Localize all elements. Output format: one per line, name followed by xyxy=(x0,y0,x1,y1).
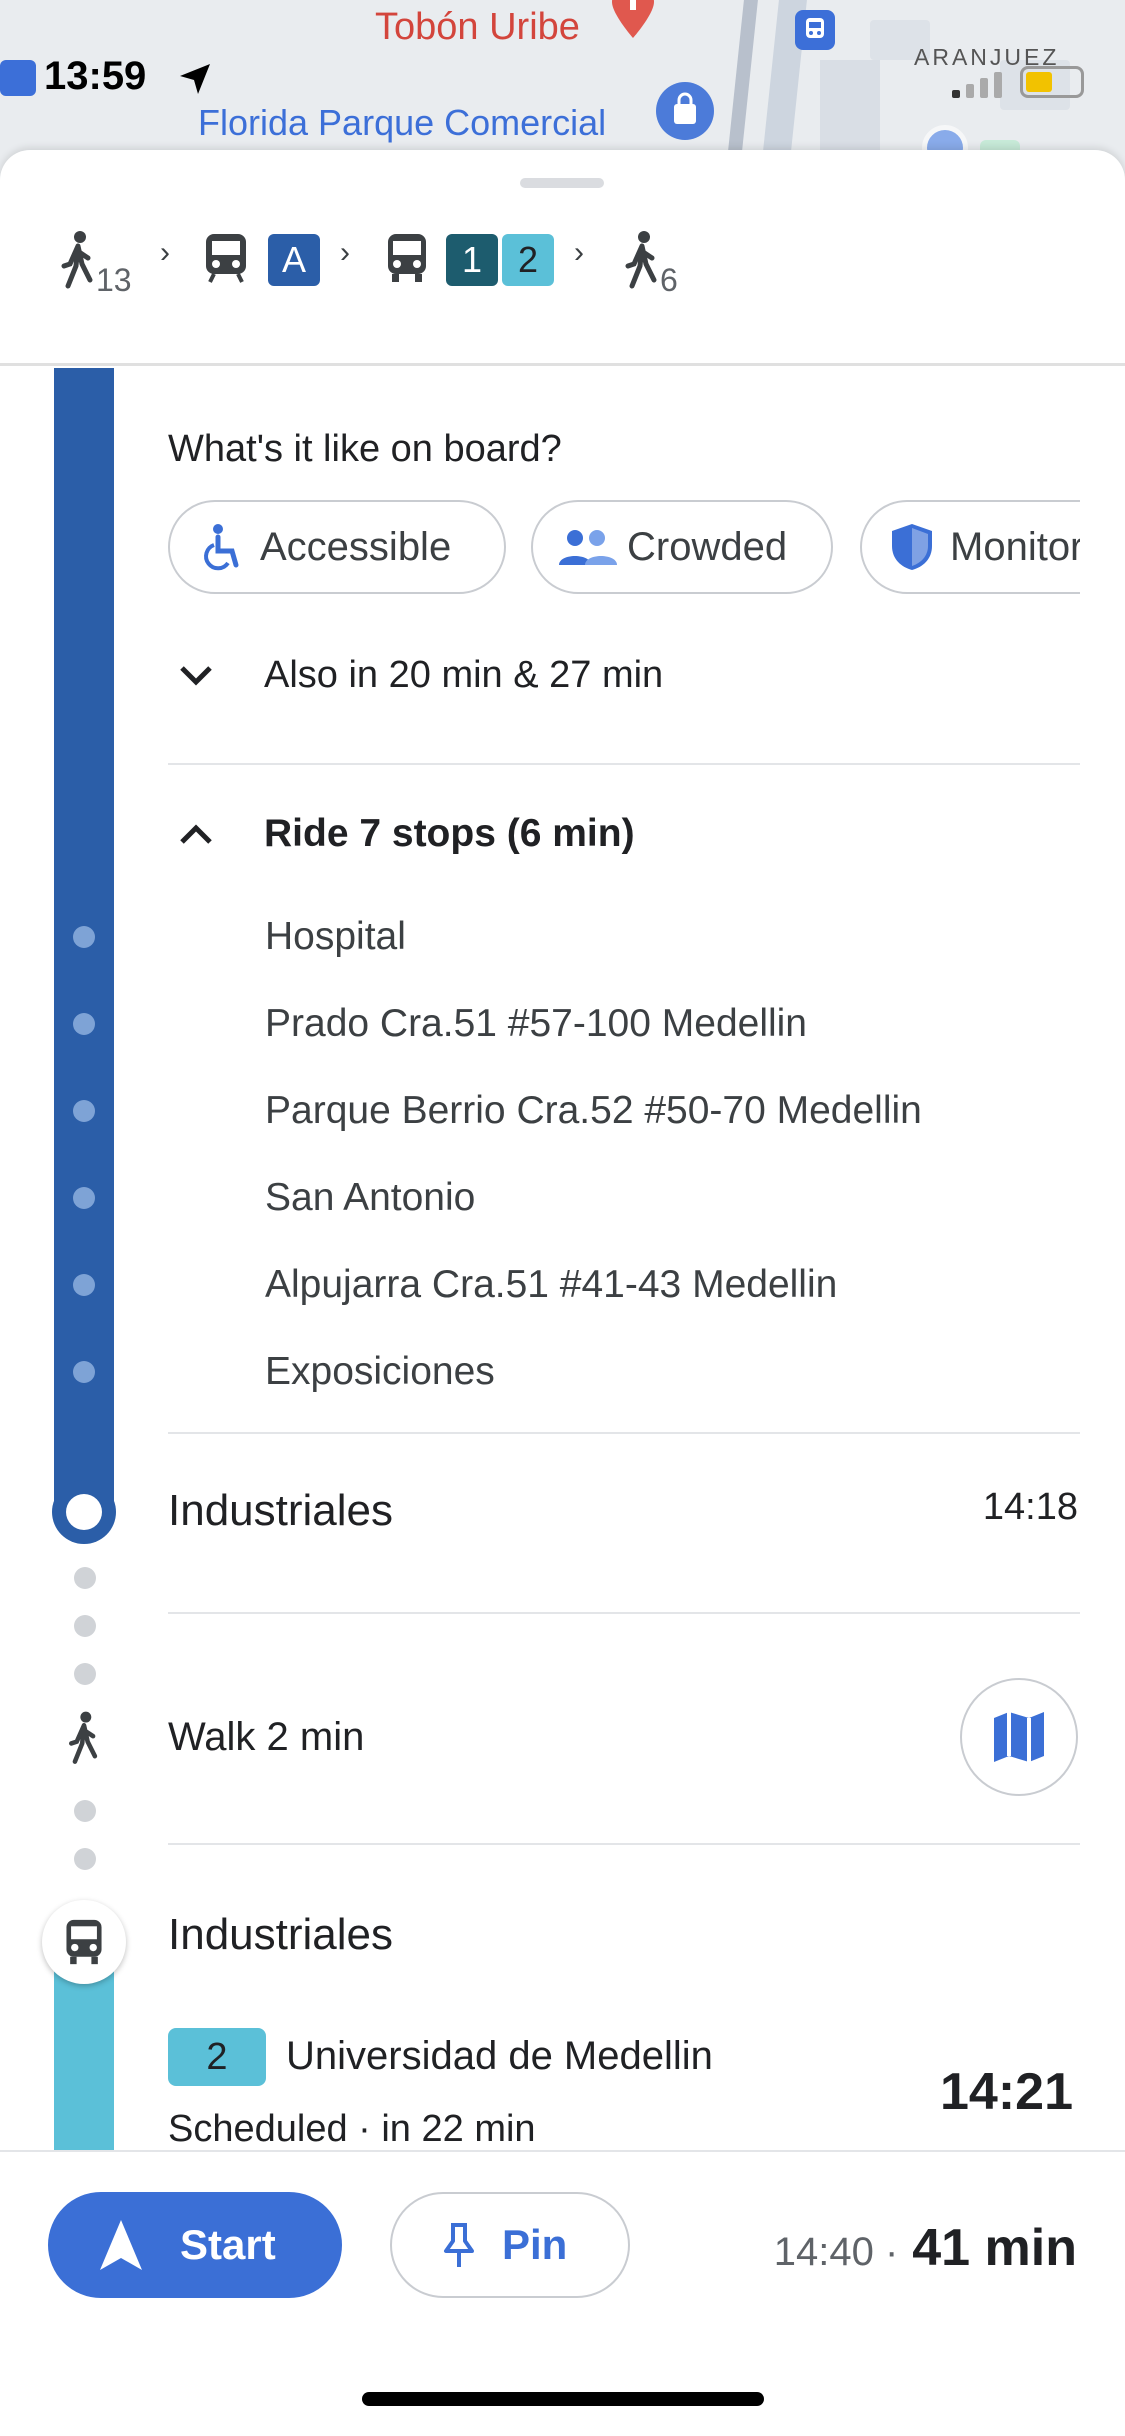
stop-dot xyxy=(73,1274,95,1296)
train-icon xyxy=(206,234,246,283)
trip-duration: 41 min xyxy=(912,2219,1077,2277)
walk-icon xyxy=(625,231,657,289)
divider xyxy=(168,1432,1080,1434)
chip-accessible[interactable]: Accessible xyxy=(168,500,506,594)
pin-icon xyxy=(444,2223,474,2267)
pin-button-label: Pin xyxy=(502,2221,568,2268)
route-badge-1: 1 xyxy=(446,234,498,286)
stop-dot xyxy=(73,1187,95,1209)
pin-button[interactable]: Pin xyxy=(390,2192,630,2298)
walk-dot xyxy=(74,1800,96,1822)
walk-step-label[interactable]: Walk 2 min xyxy=(168,1715,364,1760)
location-arrow-icon xyxy=(180,64,210,94)
back-to-app-icon[interactable] xyxy=(0,60,36,96)
chip-label: Accessible xyxy=(260,524,452,569)
ride-stops-label: Ride 7 stops (6 min) xyxy=(264,812,635,855)
walk-dot xyxy=(74,1663,96,1685)
chevron-up-icon xyxy=(168,823,224,845)
walk-dot xyxy=(74,1848,96,1870)
also-in-label: Also in 20 min & 27 min xyxy=(264,654,664,696)
bus-icon xyxy=(388,234,426,282)
bus-stop-marker xyxy=(42,1900,126,1984)
stop-dot xyxy=(73,1361,95,1383)
onboard-chips[interactable]: Accessible Crowded Monitored xyxy=(168,498,1080,598)
hospital-pin-icon[interactable] xyxy=(608,0,658,38)
wheelchair-icon xyxy=(204,524,239,571)
map-label-mall[interactable]: Florida Parque Comercial xyxy=(198,102,606,144)
stop-dot xyxy=(73,1013,95,1035)
chip-label: Crowded xyxy=(627,524,788,569)
walk-end-minutes: 6 xyxy=(660,262,678,298)
walk-start-minutes: 13 xyxy=(96,262,132,298)
route-destination[interactable]: Universidad de Medellin xyxy=(286,2034,713,2079)
walk-dot xyxy=(74,1615,96,1637)
route-badge-2: 2 xyxy=(502,234,554,286)
trip-eta: 14:40 · 41 min xyxy=(774,2218,1077,2278)
metro-station-icon[interactable] xyxy=(795,10,835,50)
arrival-time-label: 14:40 · xyxy=(773,2230,899,2274)
walk-icon xyxy=(69,1711,98,1764)
arrival-station[interactable]: Industriales xyxy=(168,1486,393,1536)
chip-monitored[interactable]: Monitored xyxy=(860,500,1080,594)
walk-map-button[interactable] xyxy=(960,1678,1078,1796)
stop-dot xyxy=(73,926,95,948)
stop-item[interactable]: Prado Cra.51 #57-100 Medellin xyxy=(265,1002,807,1046)
stop-item[interactable]: Exposiciones xyxy=(265,1350,495,1394)
ride-stops-toggle[interactable]: Ride 7 stops (6 min) xyxy=(168,812,635,856)
arrival-stop-marker xyxy=(52,1480,116,1544)
battery-icon xyxy=(1020,66,1084,98)
status-time: 13:59 xyxy=(44,54,147,98)
departure-station[interactable]: Industriales xyxy=(168,1910,393,1960)
signal-icon xyxy=(952,72,1002,98)
walk-icon xyxy=(61,231,93,289)
shopping-bag-icon[interactable] xyxy=(656,82,714,140)
chevron-right-icon: › xyxy=(574,236,584,269)
map-block xyxy=(820,60,880,150)
also-in-toggle[interactable]: Also in 20 min & 27 min xyxy=(168,654,663,697)
start-button[interactable]: Start xyxy=(48,2192,342,2298)
departure-time: 14:21 xyxy=(940,2063,1073,2121)
navigation-arrow-icon xyxy=(100,2220,142,2270)
home-indicator[interactable] xyxy=(362,2392,764,2406)
bus-icon xyxy=(66,1919,102,1965)
schedule-status: Scheduled · in 22 min xyxy=(168,2108,536,2150)
route-summary[interactable]: 13 › A › 1 2 › 6 xyxy=(0,150,1125,366)
chevron-right-icon: › xyxy=(160,236,170,269)
chevron-right-icon: › xyxy=(340,236,350,269)
divider xyxy=(168,1612,1080,1614)
stop-item[interactable]: San Antonio xyxy=(265,1176,475,1220)
stop-item[interactable]: Parque Berrio Cra.52 #50-70 Medellin xyxy=(265,1089,922,1133)
start-button-label: Start xyxy=(180,2221,276,2268)
map-label-hospital[interactable]: Tobón Uribe xyxy=(375,6,580,49)
stop-item[interactable]: Alpujarra Cra.51 #41-43 Medellin xyxy=(265,1263,837,1307)
chip-label: Monitored xyxy=(950,524,1080,569)
shield-icon xyxy=(892,524,932,570)
route-badge-a: A xyxy=(268,234,320,286)
stop-item[interactable]: Hospital xyxy=(265,915,406,959)
onboard-question: What's it like on board? xyxy=(168,428,562,470)
divider xyxy=(168,763,1080,765)
map-icon xyxy=(994,1712,1044,1762)
transit-line-2 xyxy=(54,1960,114,2160)
walk-dot xyxy=(74,1567,96,1589)
stop-dot xyxy=(73,1100,95,1122)
chip-crowded[interactable]: Crowded xyxy=(531,500,833,594)
divider xyxy=(168,1843,1080,1845)
chevron-down-icon xyxy=(168,665,224,687)
arrival-time: 14:18 xyxy=(982,1486,1078,1528)
route-badge-2: 2 xyxy=(168,2028,266,2086)
people-icon xyxy=(559,530,617,565)
